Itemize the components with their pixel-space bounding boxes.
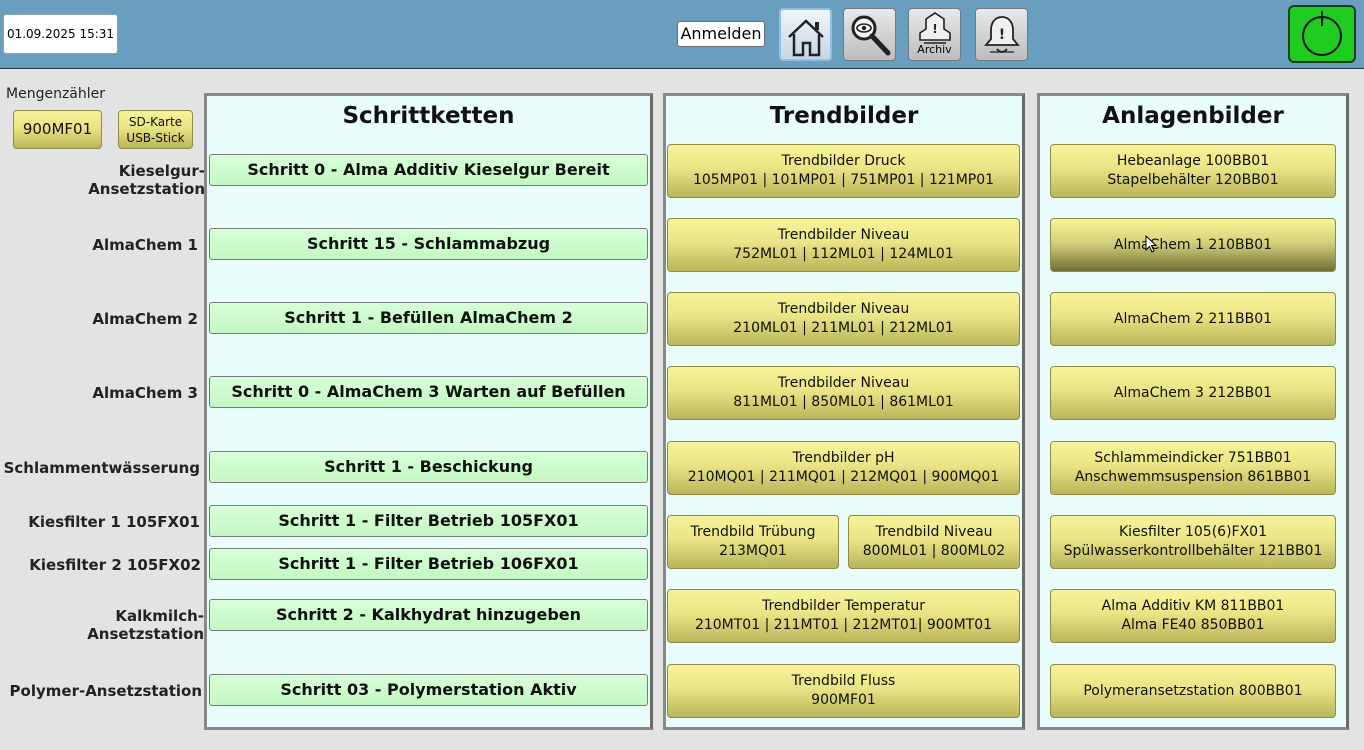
- row-label-almachem2: AlmaChem 2: [92, 310, 198, 328]
- step-almachem1-button[interactable]: Schritt 15 - Schlammabzug: [209, 228, 648, 260]
- trend-tags: 900MF01: [811, 692, 876, 708]
- plant-almachem3-button[interactable]: AlmaChem 3 212BB01: [1050, 366, 1336, 420]
- counter-900mf01-label: 900MF01: [22, 120, 93, 138]
- row-label-schlammentwaesserung: Schlammentwässerung: [3, 459, 200, 477]
- trend-tags: 811ML01 | 850ML01 | 861ML01: [733, 394, 954, 410]
- trend-title: Trendbild Fluss: [791, 673, 896, 689]
- magnifier-icon: [851, 15, 891, 56]
- trend-tags: 210MT01 | 211MT01 | 212MT01| 900MT01: [694, 617, 993, 633]
- step-kiesfilter1-button[interactable]: Schritt 1 - Filter Betrieb 105FX01: [209, 505, 648, 537]
- alarms-button[interactable]: !: [975, 8, 1028, 61]
- row-label-kalkmilch: Kalkmilch-Ansetzstation: [87, 607, 204, 643]
- search-button[interactable]: [843, 8, 896, 61]
- plant-title: Schlammeindicker 751BB01: [1094, 450, 1292, 466]
- trend-niveau1-button[interactable]: Trendbilder Niveau 752ML01 | 112ML01 | 1…: [667, 218, 1020, 272]
- top-bar: 01.09.2025 15:31 Anmelden ! Archiv !: [0, 0, 1364, 69]
- plant-title: AlmaChem 3 212BB01: [1113, 384, 1273, 401]
- trend-niveau2-button[interactable]: Trendbilder Niveau 210ML01 | 211ML01 | 2…: [667, 292, 1020, 346]
- step-kalkmilch-button[interactable]: Schritt 2 - Kalkhydrat hinzugeben: [209, 599, 648, 631]
- step-almachem3-button[interactable]: Schritt 0 - AlmaChem 3 Warten auf Befüll…: [209, 376, 648, 408]
- trend-tags: 210ML01 | 211ML01 | 212ML01: [733, 320, 954, 336]
- archive-label: Archiv: [917, 43, 952, 56]
- plant-subtitle: Spülwasserkontrollbehälter 121BB01: [1063, 543, 1323, 559]
- row-label-polymer: Polymer-Ansetzstation: [9, 682, 202, 700]
- trend-tags: 800ML01 | 800ML02: [862, 543, 1006, 559]
- step-almachem2-button[interactable]: Schritt 1 - Befüllen AlmaChem 2: [209, 302, 648, 334]
- trend-niveau3-button[interactable]: Trendbilder Niveau 811ML01 | 850ML01 | 8…: [667, 366, 1020, 420]
- trend-title: Trendbilder Niveau: [777, 375, 910, 391]
- trend-truebung-button[interactable]: Trendbild Trübung 213MQ01: [667, 515, 839, 569]
- schrittketten-title: Schrittketten: [342, 103, 515, 129]
- row-label-almachem3: AlmaChem 3: [92, 384, 198, 402]
- trend-title: Trendbilder Druck: [781, 153, 906, 169]
- plant-alma-additiv-button[interactable]: Alma Additiv KM 811BB01 Alma FE40 850BB0…: [1050, 589, 1336, 643]
- trend-title: Trendbilder pH: [792, 450, 895, 466]
- plant-title: Hebeanlage 100BB01: [1116, 153, 1270, 169]
- trend-title: Trendbilder Temperatur: [761, 598, 926, 614]
- svg-text:!: !: [932, 22, 937, 36]
- trend-niveau4-button[interactable]: Trendbild Niveau 800ML01 | 800ML02: [848, 515, 1020, 569]
- counter-900mf01-button[interactable]: 900MF01: [13, 110, 102, 149]
- plant-almachem1-button[interactable]: AlmaChem 1 210BB01: [1050, 218, 1336, 272]
- plant-almachem2-button[interactable]: AlmaChem 2 211BB01: [1050, 292, 1336, 346]
- power-icon: [1302, 11, 1342, 56]
- plant-subtitle: Stapelbehälter 120BB01: [1107, 172, 1279, 188]
- trend-title: Trendbild Niveau: [875, 524, 993, 540]
- home-icon: [788, 19, 824, 57]
- plant-title: AlmaChem 1 210BB01: [1113, 236, 1273, 253]
- trend-tags: 752ML01 | 112ML01 | 124ML01: [733, 246, 954, 262]
- plant-schlammeindicker-button[interactable]: Schlammeindicker 751BB01 Anschwemmsuspen…: [1050, 441, 1336, 495]
- plant-title: AlmaChem 2 211BB01: [1113, 310, 1273, 327]
- row-label-kiesfilter1: Kiesfilter 1 105FX01: [28, 513, 200, 531]
- plant-subtitle: Anschwemmsuspension 861BB01: [1074, 469, 1312, 485]
- trend-title: Trendbilder Niveau: [777, 227, 910, 243]
- step-schlammentwaesserung-button[interactable]: Schritt 1 - Beschickung: [209, 451, 648, 483]
- trend-druck-button[interactable]: Trendbilder Druck 105MP01 | 101MP01 | 75…: [667, 144, 1020, 198]
- trend-temperatur-button[interactable]: Trendbilder Temperatur 210MT01 | 211MT01…: [667, 589, 1020, 643]
- trend-tags: 213MQ01: [719, 543, 787, 559]
- plant-subtitle: Alma FE40 850BB01: [1121, 617, 1265, 633]
- plant-hebeanlage-button[interactable]: Hebeanlage 100BB01 Stapelbehälter 120BB0…: [1050, 144, 1336, 198]
- trend-title: Trendbilder Niveau: [777, 301, 910, 317]
- trend-title: Trendbild Trübung: [690, 524, 816, 540]
- plant-title: Kiesfilter 105(6)FX01: [1118, 524, 1267, 540]
- archive-button[interactable]: ! Archiv: [908, 8, 961, 61]
- trend-tags: 210MQ01 | 211MQ01 | 212MQ01 | 900MQ01: [687, 469, 1000, 485]
- plant-title: Polymeransetzstation 800BB01: [1083, 682, 1303, 699]
- sd-usb-button[interactable]: SD-Karte USB-Stick: [118, 110, 193, 149]
- step-polymer-button[interactable]: Schritt 03 - Polymerstation Aktiv: [209, 674, 648, 706]
- home-button[interactable]: [779, 8, 832, 61]
- plant-kiesfilter-button[interactable]: Kiesfilter 105(6)FX01 Spülwasserkontroll…: [1050, 515, 1336, 569]
- mouse-cursor-icon: [1145, 235, 1158, 253]
- schrittketten-panel: Schrittketten: [204, 93, 653, 730]
- usb-stick-label: USB-Stick: [126, 130, 185, 145]
- alarm-bell-icon: !: [984, 16, 1020, 53]
- anlagenbilder-title: Anlagenbilder: [1102, 103, 1284, 129]
- trend-ph-button[interactable]: Trendbilder pH 210MQ01 | 211MQ01 | 212MQ…: [667, 441, 1020, 495]
- plant-polymer-button[interactable]: Polymeransetzstation 800BB01: [1050, 664, 1336, 718]
- svg-text:!: !: [999, 27, 1005, 43]
- trend-fluss-button[interactable]: Trendbild Fluss 900MF01: [667, 664, 1020, 718]
- power-button[interactable]: [1288, 5, 1356, 63]
- step-kieselgur-button[interactable]: Schritt 0 - Alma Additiv Kieselgur Berei…: [209, 154, 648, 186]
- login-button[interactable]: Anmelden: [677, 21, 765, 47]
- trendbilder-title: Trendbilder: [769, 103, 919, 129]
- row-label-almachem1: AlmaChem 1: [92, 236, 198, 254]
- plant-title: Alma Additiv KM 811BB01: [1101, 598, 1285, 614]
- row-label-kiesfilter2: Kiesfilter 2 105FX02: [29, 556, 201, 574]
- sd-card-label: SD-Karte: [128, 114, 183, 129]
- counter-label: Mengenzähler: [6, 86, 105, 102]
- row-label-kieselgur: Kieselgur-Ansetzstation: [88, 162, 205, 198]
- step-kiesfilter2-button[interactable]: Schritt 1 - Filter Betrieb 106FX01: [209, 548, 648, 580]
- trend-tags: 105MP01 | 101MP01 | 751MP01 | 121MP01: [692, 172, 995, 188]
- datetime-display: 01.09.2025 15:31: [3, 14, 118, 54]
